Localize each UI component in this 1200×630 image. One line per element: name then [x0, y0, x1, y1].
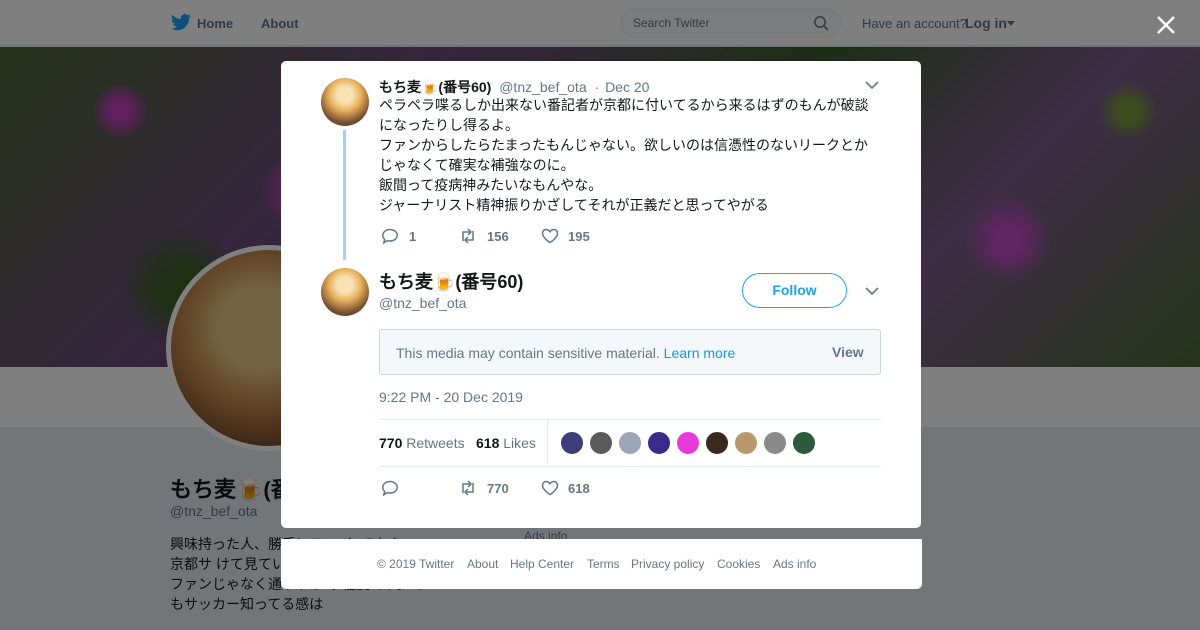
tweet-text-line: 飯間って疫病神みたいなもんやな。 — [379, 177, 603, 193]
parent-tweet-author-name[interactable]: もち麦🍺(番号60) — [379, 79, 491, 95]
tweet-text-line: ペラペラ喋るしか出来ない番記者が京都に付いてるから来るはずのもんが破談 — [379, 97, 869, 113]
heart-icon[interactable] — [541, 228, 559, 244]
liker-avatar[interactable] — [618, 431, 642, 455]
chevron-down-icon[interactable] — [865, 81, 879, 89]
likes-stat[interactable]: 618 Likes — [476, 435, 536, 451]
modal-footer: © 2019 Twitter About Help Center Terms P… — [281, 539, 922, 589]
tweet-text-line: ファンからしたらたまったもんじゃない。欲しいのは信憑性のないリークとか — [379, 137, 869, 153]
main-retweet-count: 770 — [487, 481, 509, 496]
retweet-icon[interactable] — [459, 228, 477, 244]
liker-avatar[interactable] — [763, 431, 787, 455]
parent-reply-count: 1 — [409, 229, 417, 244]
chevron-down-icon[interactable] — [865, 287, 879, 295]
footer-cookies-link[interactable]: Cookies — [717, 557, 760, 571]
footer-privacy-link[interactable]: Privacy policy — [631, 557, 704, 571]
tweet-timestamp[interactable]: 9:22 PM - 20 Dec 2019 — [379, 389, 523, 405]
parent-retweet-count: 156 — [487, 229, 509, 244]
parent-tweet-avatar[interactable] — [321, 78, 369, 126]
retweets-stat[interactable]: 770 Retweets — [379, 435, 465, 451]
footer-terms-link[interactable]: Terms — [587, 557, 620, 571]
sensitive-media-warning: This media may contain sensitive materia… — [396, 345, 660, 361]
liker-avatar[interactable] — [676, 431, 700, 455]
main-tweet-avatar[interactable] — [321, 268, 369, 316]
tweet-text-line: になったりし得るよ。 — [379, 117, 519, 133]
parent-tweet-text: ペラペラ喋るしか出来ない番記者が京都に付いてるから来るはずのもんが破談 になった… — [379, 95, 879, 215]
main-like-count: 618 — [568, 481, 590, 496]
liker-avatar[interactable] — [560, 431, 584, 455]
parent-tweet-date[interactable]: Dec 20 — [605, 79, 649, 95]
learn-more-link[interactable]: Learn more — [664, 345, 736, 361]
tweet-stats: 770 Retweets 618 Likes — [379, 419, 881, 467]
liker-avatar[interactable] — [734, 431, 758, 455]
reply-icon[interactable] — [381, 480, 399, 496]
follow-button[interactable]: Follow — [742, 273, 847, 308]
thread-connector-line — [343, 130, 346, 260]
tweet-text-line: ジャーナリスト精神振りかざしてそれが正義だと思ってやがる — [379, 197, 769, 213]
likes-count: 618 — [476, 435, 500, 451]
liker-avatar[interactable] — [792, 431, 816, 455]
footer-about-link[interactable]: About — [467, 557, 498, 571]
retweet-icon[interactable] — [459, 480, 477, 496]
tweet-text-line: じゃなくて確実な補強なのに。 — [379, 157, 575, 173]
main-tweet-author-handle[interactable]: @tnz_bef_ota — [379, 295, 466, 311]
stats-divider — [547, 420, 548, 467]
sensitive-media-notice: This media may contain sensitive materia… — [379, 329, 881, 375]
liker-avatar[interactable] — [647, 431, 671, 455]
parent-like-count: 195 — [568, 229, 590, 244]
close-icon[interactable] — [1155, 14, 1177, 36]
parent-tweet-author-handle[interactable]: @tnz_bef_ota — [499, 79, 586, 95]
reply-icon[interactable] — [381, 228, 399, 244]
heart-icon[interactable] — [541, 480, 559, 496]
liker-avatar[interactable] — [705, 431, 729, 455]
footer-copyright: © 2019 Twitter — [377, 557, 455, 571]
retweets-count: 770 — [379, 435, 403, 451]
view-media-button[interactable]: View — [832, 344, 864, 360]
liker-avatar[interactable] — [589, 431, 613, 455]
footer-ads-info-link[interactable]: Ads info — [773, 557, 816, 571]
tweet-permalink-modal: もち麦🍺(番号60) @tnz_bef_ota · Dec 20 ペラペラ喋るし… — [281, 61, 921, 528]
parent-tweet-header: もち麦🍺(番号60) @tnz_bef_ota · Dec 20 — [379, 77, 649, 97]
likes-label: Likes — [503, 435, 536, 451]
main-tweet-author-name[interactable]: もち麦🍺(番号60) — [379, 268, 523, 294]
retweets-label: Retweets — [406, 435, 465, 451]
dot-separator: · — [594, 79, 600, 95]
footer-help-center-link[interactable]: Help Center — [510, 557, 574, 571]
sensitive-media-text: This media may contain sensitive materia… — [396, 345, 735, 361]
